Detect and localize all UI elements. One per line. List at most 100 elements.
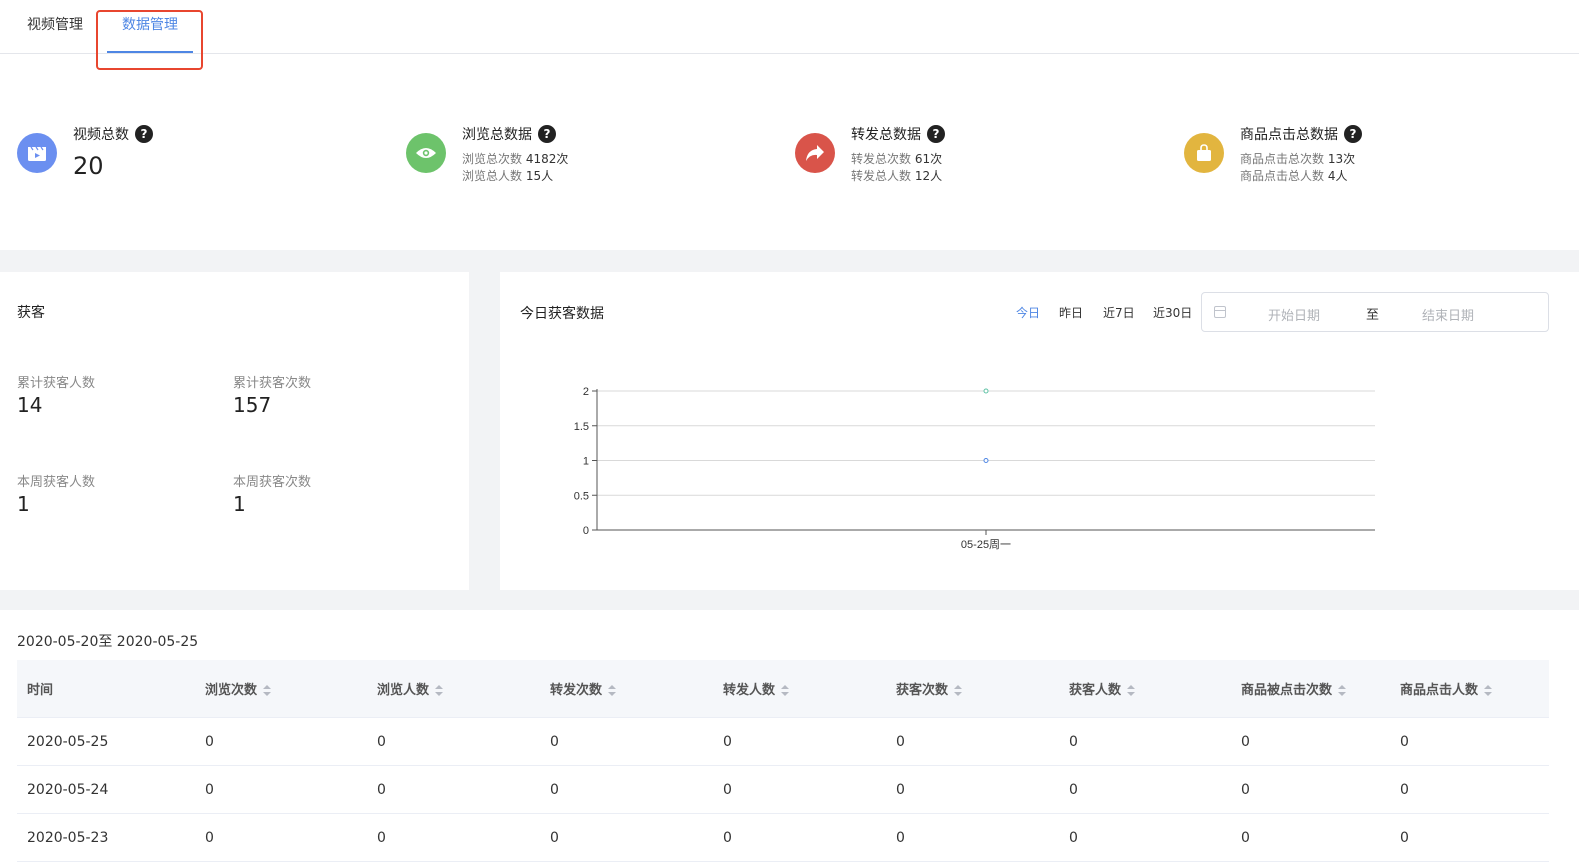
- tab-video-management[interactable]: 视频管理: [27, 14, 83, 34]
- stat-line-2: 转发总人数 12人: [851, 169, 943, 183]
- eye-icon: [406, 133, 446, 173]
- help-icon[interactable]: ?: [1344, 125, 1362, 143]
- table-cell: 0: [1069, 830, 1078, 846]
- column-header[interactable]: 浏览人数: [377, 679, 444, 698]
- table-cell: 0: [1069, 782, 1078, 798]
- stat-line-1: 转发总次数 61次: [851, 152, 943, 166]
- column-header-label: 转发人数: [723, 683, 776, 698]
- table-header: 时间 浏览次数 浏览人数 转发次数 转发人数 获客次数 获客人数 商品被点击次数 商品点击人数: [17, 660, 1549, 718]
- table-cell: 0: [1241, 782, 1250, 798]
- table-cell: 0: [1069, 734, 1078, 750]
- table-cell: 0: [377, 830, 386, 846]
- column-header[interactable]: 获客人数: [1069, 679, 1136, 698]
- table-cell: 0: [377, 782, 386, 798]
- table-cell: 0: [550, 830, 559, 846]
- column-header-label: 时间: [27, 683, 54, 698]
- stat-title: 视频总数?: [73, 124, 153, 144]
- table-cell: 0: [550, 782, 559, 798]
- column-header[interactable]: 转发人数: [723, 679, 790, 698]
- column-header: 时间: [27, 679, 53, 698]
- table-cell: 2020-05-23: [27, 830, 109, 846]
- column-header[interactable]: 商品点击人数: [1400, 679, 1493, 698]
- data-point: [983, 458, 989, 463]
- stat-line-1: 浏览总次数 4182次: [462, 152, 569, 166]
- help-icon[interactable]: ?: [927, 125, 945, 143]
- column-header[interactable]: 商品被点击次数: [1241, 679, 1347, 698]
- top-section: 视频管理 数据管理 视频总数? 20 浏览总数据? 浏览总次数 4182次 浏览…: [0, 0, 1579, 250]
- table-row: 2020-05-24 0 0 0 0 0 0 0 0: [17, 766, 1549, 814]
- table-cell: 0: [896, 782, 905, 798]
- total-times: 累计获客次数 157: [233, 372, 311, 417]
- sort-icon[interactable]: [263, 684, 272, 697]
- help-icon[interactable]: ?: [538, 125, 556, 143]
- column-header[interactable]: 浏览次数: [205, 679, 272, 698]
- week-times: 本周获客次数 1: [233, 471, 311, 516]
- stat-line-1: 商品点击总次数 13次: [1240, 152, 1356, 166]
- tab-bar: 视频管理 数据管理: [0, 0, 1579, 70]
- stat-title: 浏览总数据?: [462, 124, 556, 144]
- y-tick-label: 0: [583, 525, 589, 537]
- column-header-label: 商品被点击次数: [1241, 683, 1333, 698]
- table-cell: 0: [1400, 734, 1409, 750]
- table-cell: 2020-05-24: [27, 782, 109, 798]
- column-header-label: 获客次数: [896, 683, 949, 698]
- panel-title: 获客: [17, 305, 45, 321]
- sort-icon[interactable]: [435, 684, 444, 697]
- y-tick-label: 1: [583, 456, 589, 468]
- table-cell: 0: [205, 782, 214, 798]
- y-tick-label: 1.5: [574, 421, 589, 433]
- stat-line-2: 浏览总人数 15人: [462, 169, 554, 183]
- bag-icon: [1184, 133, 1224, 173]
- today-panel: 今日获客数据 今日 昨日 近7日 近30日 开始日期 至 结束日期 0 0.5 1 1…: [500, 272, 1579, 590]
- y-tick-label: 2: [583, 386, 589, 398]
- kv-value: 1: [17, 492, 30, 516]
- line-chart: 0 0.5 1 1.5 2 05-25周一: [574, 386, 1375, 551]
- column-header-label: 转发次数: [550, 683, 603, 698]
- kv-value: 1: [233, 492, 246, 516]
- table-cell: 2020-05-25: [27, 734, 109, 750]
- table-row: 2020-05-23 0 0 0 0 0 0 0 0: [17, 814, 1549, 862]
- y-tick-label: 0.5: [574, 490, 589, 502]
- table-row: 2020-05-25 0 0 0 0 0 0 0 0: [17, 718, 1549, 766]
- sort-icon[interactable]: [608, 684, 617, 697]
- column-header[interactable]: 获客次数: [896, 679, 963, 698]
- kv-label: 累计获客次数: [233, 376, 312, 391]
- table-cell: 0: [896, 734, 905, 750]
- total-people: 累计获客人数 14: [17, 372, 95, 417]
- data-point: [983, 388, 989, 394]
- annotation-highlight-box: [96, 10, 203, 70]
- stat-title: 商品点击总数据?: [1240, 124, 1362, 144]
- help-icon[interactable]: ?: [135, 125, 153, 143]
- kv-label: 累计获客人数: [17, 376, 96, 391]
- x-tick-label: 05-25周一: [961, 538, 1011, 551]
- column-header-label: 浏览次数: [205, 683, 258, 698]
- table-cell: 0: [377, 734, 386, 750]
- table-cell: 0: [1400, 830, 1409, 846]
- kv-label: 本周获客人数: [17, 475, 96, 490]
- column-header-label: 浏览人数: [377, 683, 430, 698]
- sort-icon[interactable]: [1484, 684, 1493, 697]
- column-header-label: 商品点击人数: [1400, 683, 1479, 698]
- table-cell: 0: [723, 782, 732, 798]
- kv-value: 157: [233, 393, 272, 417]
- acquire-panel: 获客 累计获客人数 14 累计获客次数 157 本周获客人数 1 本周获客次数 …: [0, 272, 469, 590]
- sort-icon[interactable]: [954, 684, 963, 697]
- table-cell: 0: [205, 734, 214, 750]
- video-icon: [17, 133, 57, 173]
- table-cell: 0: [550, 734, 559, 750]
- stat-line-2: 商品点击总人数 4人: [1240, 169, 1348, 183]
- sort-icon[interactable]: [781, 684, 790, 697]
- share-icon: [795, 133, 835, 173]
- table-cell: 0: [1241, 830, 1250, 846]
- table-section: 2020-05-20至 2020-05-25 时间 浏览次数 浏览人数 转发次数 转发人…: [0, 610, 1579, 862]
- column-header[interactable]: 转发次数: [550, 679, 617, 698]
- stat-title: 转发总数据?: [851, 124, 945, 144]
- table-cell: 0: [1400, 782, 1409, 798]
- table-range-title: 2020-05-20至 2020-05-25: [17, 634, 199, 650]
- column-header-label: 获客人数: [1069, 683, 1122, 698]
- table-cell: 0: [1241, 734, 1250, 750]
- sort-icon[interactable]: [1338, 684, 1347, 697]
- sort-icon[interactable]: [1127, 684, 1136, 697]
- kv-value: 14: [17, 393, 43, 417]
- table-cell: 0: [205, 830, 214, 846]
